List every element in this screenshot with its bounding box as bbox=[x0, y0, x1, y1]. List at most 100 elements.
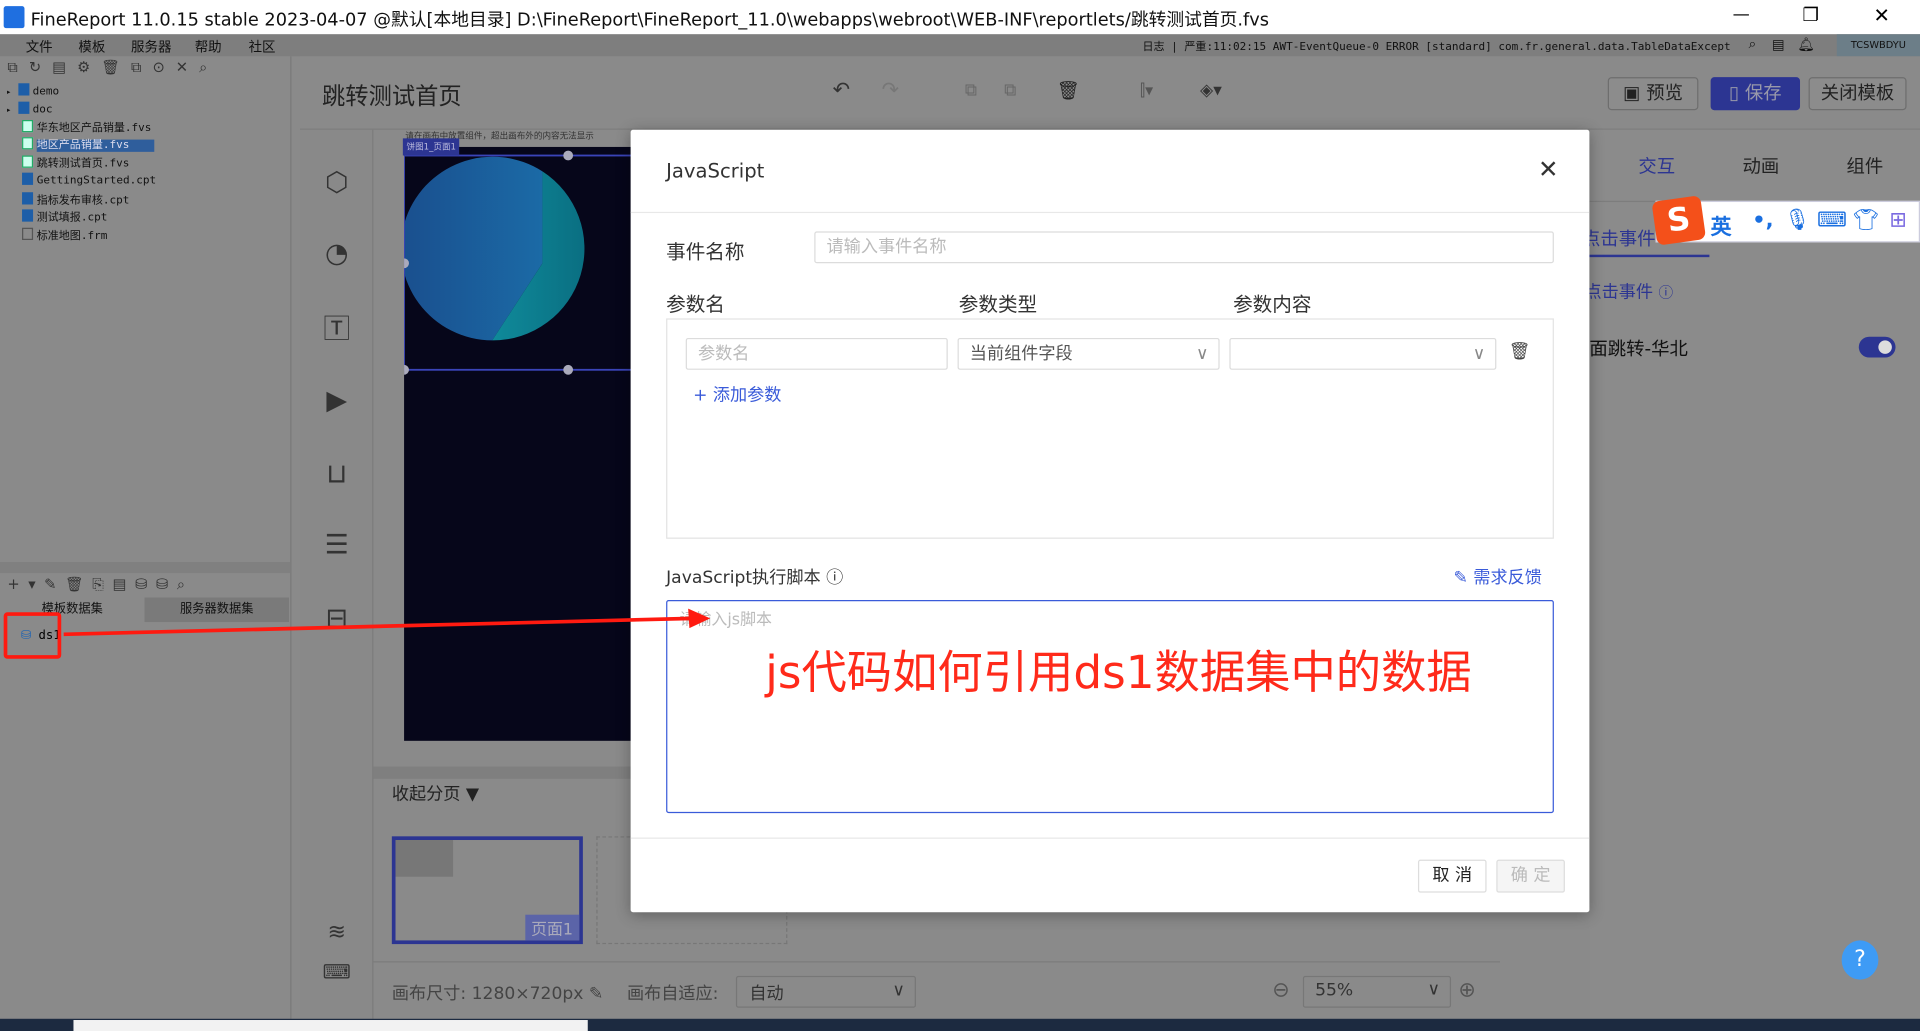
canvas-adapt-label: 画布自适应: bbox=[626, 984, 719, 1005]
app-logo-icon bbox=[3, 6, 25, 29]
tree-item-selected[interactable]: 地区产品销量.fvs bbox=[22, 136, 154, 152]
feedback-link[interactable]: ✎ 需求反馈 bbox=[1453, 564, 1541, 588]
edit-icon: ✎ bbox=[1453, 568, 1468, 588]
tree-item[interactable]: 指标发布审核.cpt bbox=[22, 191, 129, 207]
tab-interaction[interactable]: 交互 bbox=[1638, 153, 1675, 179]
log-status[interactable]: 日志 | 严重:11:02:15 AWT-EventQueue-0 ERROR … bbox=[1142, 38, 1730, 54]
inbox-icon[interactable]: ⊔ bbox=[320, 458, 354, 492]
event-item-name[interactable]: 面跳转-华北 bbox=[1589, 336, 1687, 362]
close-template-button[interactable]: 关闭模板 bbox=[1808, 77, 1907, 111]
layers-icon[interactable]: ≋ bbox=[320, 916, 354, 950]
redo-icon[interactable]: ↷ bbox=[882, 78, 899, 102]
ok-button[interactable]: 确 定 bbox=[1496, 859, 1565, 893]
help-icon[interactable]: ⓘ bbox=[1659, 284, 1674, 301]
ime-punctuation[interactable]: •, bbox=[1752, 208, 1773, 232]
layers-dropdown-icon[interactable]: ◈▾ bbox=[1200, 81, 1222, 101]
search-icon[interactable]: ⌕ bbox=[1749, 36, 1757, 53]
add-param-button[interactable]: + 添加参数 bbox=[693, 382, 781, 406]
save-button[interactable]: ▯ 保存 bbox=[1710, 77, 1801, 111]
javascript-dialog: JavaScript ✕ 事件名称 请输入事件名称 参数名 参数类型 参数内容 … bbox=[630, 129, 1590, 913]
resize-handle[interactable] bbox=[563, 364, 574, 375]
close-dialog-button[interactable]: ✕ bbox=[1538, 154, 1559, 183]
tree-item[interactable]: 华东地区产品销量.fvs bbox=[22, 119, 151, 135]
tree-item[interactable]: 跳转测试首页.fvs bbox=[22, 154, 129, 170]
preview-button[interactable]: ▣ 预览 bbox=[1607, 77, 1699, 111]
user-account[interactable]: TCSWBDYU bbox=[1836, 34, 1920, 57]
archive-icon[interactable]: ⊟ bbox=[320, 602, 354, 636]
ime-language[interactable]: 英 bbox=[1711, 209, 1732, 240]
menu-bar: 文件 模板 服务器 帮助 社区 日志 | 严重:11:02:15 AWT-Eve… bbox=[0, 34, 1920, 57]
taskbar-window[interactable] bbox=[73, 1020, 588, 1031]
align-icon[interactable]: ⫿▾ bbox=[1140, 82, 1153, 100]
maximize-button[interactable]: ❐ bbox=[1802, 4, 1818, 26]
tree-toolbar[interactable]: ⧉↻▤⚙🗑︎⧉⊙✕⌕ bbox=[7, 59, 218, 77]
chevron-down-icon: ∨ bbox=[1196, 344, 1209, 364]
page-thumbnail[interactable]: 页面1 bbox=[391, 836, 583, 945]
param-name-input[interactable]: 参数名 bbox=[685, 337, 948, 370]
tree-item[interactable]: 测试填报.cpt bbox=[22, 208, 107, 224]
annotation-text: js代码如何引用ds1数据集中的数据 bbox=[765, 646, 1472, 700]
page-title: 跳转测试首页 bbox=[322, 83, 462, 111]
dialog-title: JavaScript bbox=[666, 159, 765, 183]
edit-icon[interactable]: ✎ bbox=[589, 984, 603, 1004]
tab-server-datasets[interactable]: 服务器数据集 bbox=[144, 597, 289, 623]
resize-handle[interactable] bbox=[404, 364, 409, 375]
toolbox-icon[interactable]: ⊞ bbox=[1889, 208, 1906, 232]
undo-icon[interactable]: ↶ bbox=[833, 78, 850, 102]
microphone-icon[interactable]: 🎙︎ bbox=[1784, 208, 1810, 232]
cancel-button[interactable]: 取 消 bbox=[1417, 859, 1487, 893]
canvas-size: 画布尺寸: 1280×720px ✎ bbox=[391, 984, 604, 1005]
resize-handle[interactable] bbox=[563, 150, 574, 161]
zoom-in-icon[interactable]: ⊕ bbox=[1458, 978, 1475, 1002]
annotation-highlight-box bbox=[3, 612, 62, 659]
pie-chart-icon[interactable]: ◔ bbox=[320, 238, 354, 272]
event-name-input[interactable]: 请输入事件名称 bbox=[814, 231, 1554, 264]
cpt-file-icon bbox=[22, 172, 34, 185]
event-toggle[interactable] bbox=[1858, 336, 1896, 358]
notes-icon[interactable]: ▤ bbox=[1772, 37, 1785, 53]
thumbnail-preview bbox=[395, 840, 454, 877]
dataset-toolbar[interactable]: +▾✎🗑︎⎘▤⛁⛁⌕ bbox=[7, 576, 193, 594]
tab-component[interactable]: 组件 bbox=[1847, 153, 1884, 179]
menu-community[interactable]: 社区 bbox=[249, 37, 276, 57]
script-editor[interactable]: 请输入js脚本 js代码如何引用ds1数据集中的数据 bbox=[666, 600, 1554, 814]
tab-animation[interactable]: 动画 bbox=[1742, 153, 1779, 179]
layer-order-icons[interactable]: ⧉⧉ bbox=[965, 81, 1043, 101]
cube-icon[interactable]: ⬡ bbox=[320, 167, 354, 201]
table-icon[interactable]: ☰ bbox=[320, 529, 354, 563]
subtab-click-event[interactable]: 点击事件 bbox=[1582, 225, 1655, 251]
tree-item[interactable]: ▸ demo bbox=[6, 83, 59, 98]
zoom-select[interactable]: 55% ∨ bbox=[1302, 975, 1452, 1008]
delete-icon[interactable]: 🗑︎ bbox=[1057, 80, 1080, 102]
fvs-file-icon bbox=[22, 137, 34, 150]
keyboard-icon[interactable]: ⌨ bbox=[1817, 208, 1847, 232]
text-icon[interactable]: 🅃 bbox=[320, 313, 354, 347]
bell-icon[interactable]: 🔔︎ bbox=[1798, 37, 1815, 53]
close-window-button[interactable]: ✕ bbox=[1873, 4, 1889, 27]
menu-file[interactable]: 文件 bbox=[26, 37, 53, 57]
delete-param-icon[interactable]: 🗑︎ bbox=[1509, 342, 1531, 362]
tree-item[interactable]: 标准地图.frm bbox=[22, 227, 107, 242]
event-name-label: 事件名称 bbox=[666, 240, 745, 264]
tree-item[interactable]: ▸ doc bbox=[6, 101, 53, 116]
video-icon[interactable]: ▶ bbox=[320, 384, 354, 418]
zoom-out-icon[interactable]: ⊖ bbox=[1272, 978, 1289, 1002]
collapse-pages-toggle[interactable]: 收起分页 ▼ bbox=[392, 781, 479, 805]
menu-server[interactable]: 服务器 bbox=[131, 37, 171, 57]
column-header-param-name: 参数名 bbox=[666, 292, 725, 316]
menu-help[interactable]: 帮助 bbox=[195, 37, 222, 57]
tree-item[interactable]: GettingStarted.cpt bbox=[22, 172, 156, 187]
ime-toolbar[interactable]: S 英 •, 🎙︎ ⌨ 👕︎ ⊞ bbox=[1651, 195, 1920, 246]
help-icon[interactable]: ⓘ bbox=[826, 568, 843, 588]
canvas-adapt-select[interactable]: 自动 ∨ bbox=[735, 975, 916, 1008]
panel-splitter[interactable] bbox=[0, 562, 291, 574]
param-type-select[interactable]: 当前组件字段 ∨ bbox=[957, 337, 1220, 370]
divider bbox=[630, 837, 1590, 839]
menu-template[interactable]: 模板 bbox=[78, 37, 105, 57]
minimize-button[interactable]: — bbox=[1733, 5, 1750, 25]
skin-icon[interactable]: 👕︎ bbox=[1853, 208, 1879, 232]
help-button[interactable]: ? bbox=[1841, 940, 1879, 980]
keyboard-icon[interactable]: ⌨ bbox=[320, 955, 354, 989]
param-content-select[interactable]: ∨ bbox=[1229, 337, 1497, 370]
window-title: FineReport 11.0.15 stable 2023-04-07 @默认… bbox=[30, 11, 1270, 31]
